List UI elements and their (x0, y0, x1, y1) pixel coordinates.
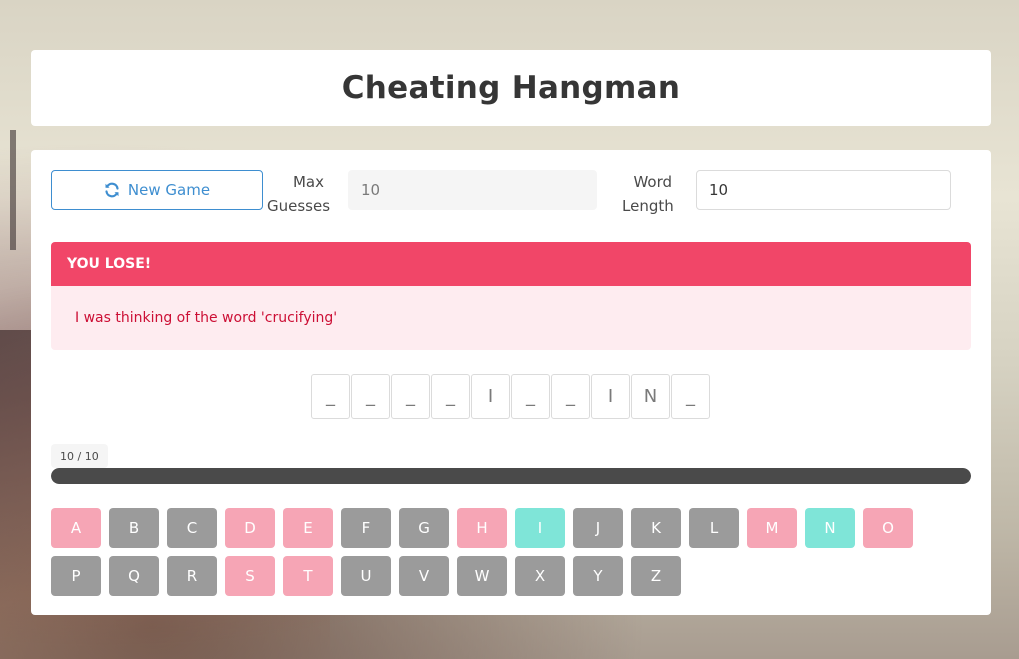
key-c[interactable]: C (167, 508, 217, 548)
max-guesses-field: 10 (348, 170, 597, 210)
word-length-field[interactable]: 10 (696, 170, 951, 210)
letter-keyboard: ABCDEFGHIJKLMNO PQRSTUVWXYZ (51, 508, 931, 596)
letter-slot: _ (351, 374, 390, 419)
key-i[interactable]: I (515, 508, 565, 548)
key-u[interactable]: U (341, 556, 391, 596)
key-v[interactable]: V (399, 556, 449, 596)
key-m[interactable]: M (747, 508, 797, 548)
key-d[interactable]: D (225, 508, 275, 548)
key-x[interactable]: X (515, 556, 565, 596)
letter-slot: _ (671, 374, 710, 419)
key-a[interactable]: A (51, 508, 101, 548)
letter-slot: N (631, 374, 670, 419)
progress-bar (51, 468, 971, 484)
key-r[interactable]: R (167, 556, 217, 596)
progress-fill (51, 468, 971, 484)
progress-label: 10 / 10 (51, 444, 108, 468)
key-b[interactable]: B (109, 508, 159, 548)
word-length-label: Word Length (622, 170, 674, 218)
word-display: _ _ _ _ I _ _ I N _ (311, 374, 710, 419)
letter-slot: _ (511, 374, 550, 419)
letter-slot: _ (431, 374, 470, 419)
max-guesses-value: 10 (361, 181, 381, 199)
new-game-label: New Game (127, 181, 211, 199)
letter-slot: _ (311, 374, 350, 419)
key-h[interactable]: H (457, 508, 507, 548)
key-p[interactable]: P (51, 556, 101, 596)
message-body: I was thinking of the word 'crucifying' (51, 286, 971, 350)
max-guesses-label-line-2: Guesses (267, 197, 331, 215)
key-l[interactable]: L (689, 508, 739, 548)
word-length-label-line-1: Word (633, 173, 672, 191)
max-guesses-label-line-1: Max (292, 173, 324, 191)
letter-slot: I (471, 374, 510, 419)
new-game-button[interactable]: New Game (51, 170, 263, 210)
game-card: New Game Max Guesses 10 Word Length 10 Y… (31, 150, 991, 615)
key-g[interactable]: G (399, 508, 449, 548)
key-j[interactable]: J (573, 508, 623, 548)
letter-slot: I (591, 374, 630, 419)
key-k[interactable]: K (631, 508, 681, 548)
word-length-label-line-2: Length (622, 197, 674, 215)
key-z[interactable]: Z (631, 556, 681, 596)
key-q[interactable]: Q (109, 556, 159, 596)
key-f[interactable]: F (341, 508, 391, 548)
result-message: YOU LOSE! I was thinking of the word 'cr… (51, 242, 971, 350)
background-post (10, 130, 16, 250)
title-card: Cheating Hangman (31, 50, 991, 126)
max-guesses-label: Max Guesses (267, 170, 331, 218)
key-e[interactable]: E (283, 508, 333, 548)
refresh-icon (105, 182, 119, 198)
page-title: Cheating Hangman (341, 70, 681, 106)
letter-slot: _ (551, 374, 590, 419)
letter-slot: _ (391, 374, 430, 419)
key-n[interactable]: N (805, 508, 855, 548)
word-length-value: 10 (709, 181, 729, 199)
message-header: YOU LOSE! (51, 242, 971, 286)
key-o[interactable]: O (863, 508, 913, 548)
key-t[interactable]: T (283, 556, 333, 596)
key-s[interactable]: S (225, 556, 275, 596)
key-w[interactable]: W (457, 556, 507, 596)
key-y[interactable]: Y (573, 556, 623, 596)
